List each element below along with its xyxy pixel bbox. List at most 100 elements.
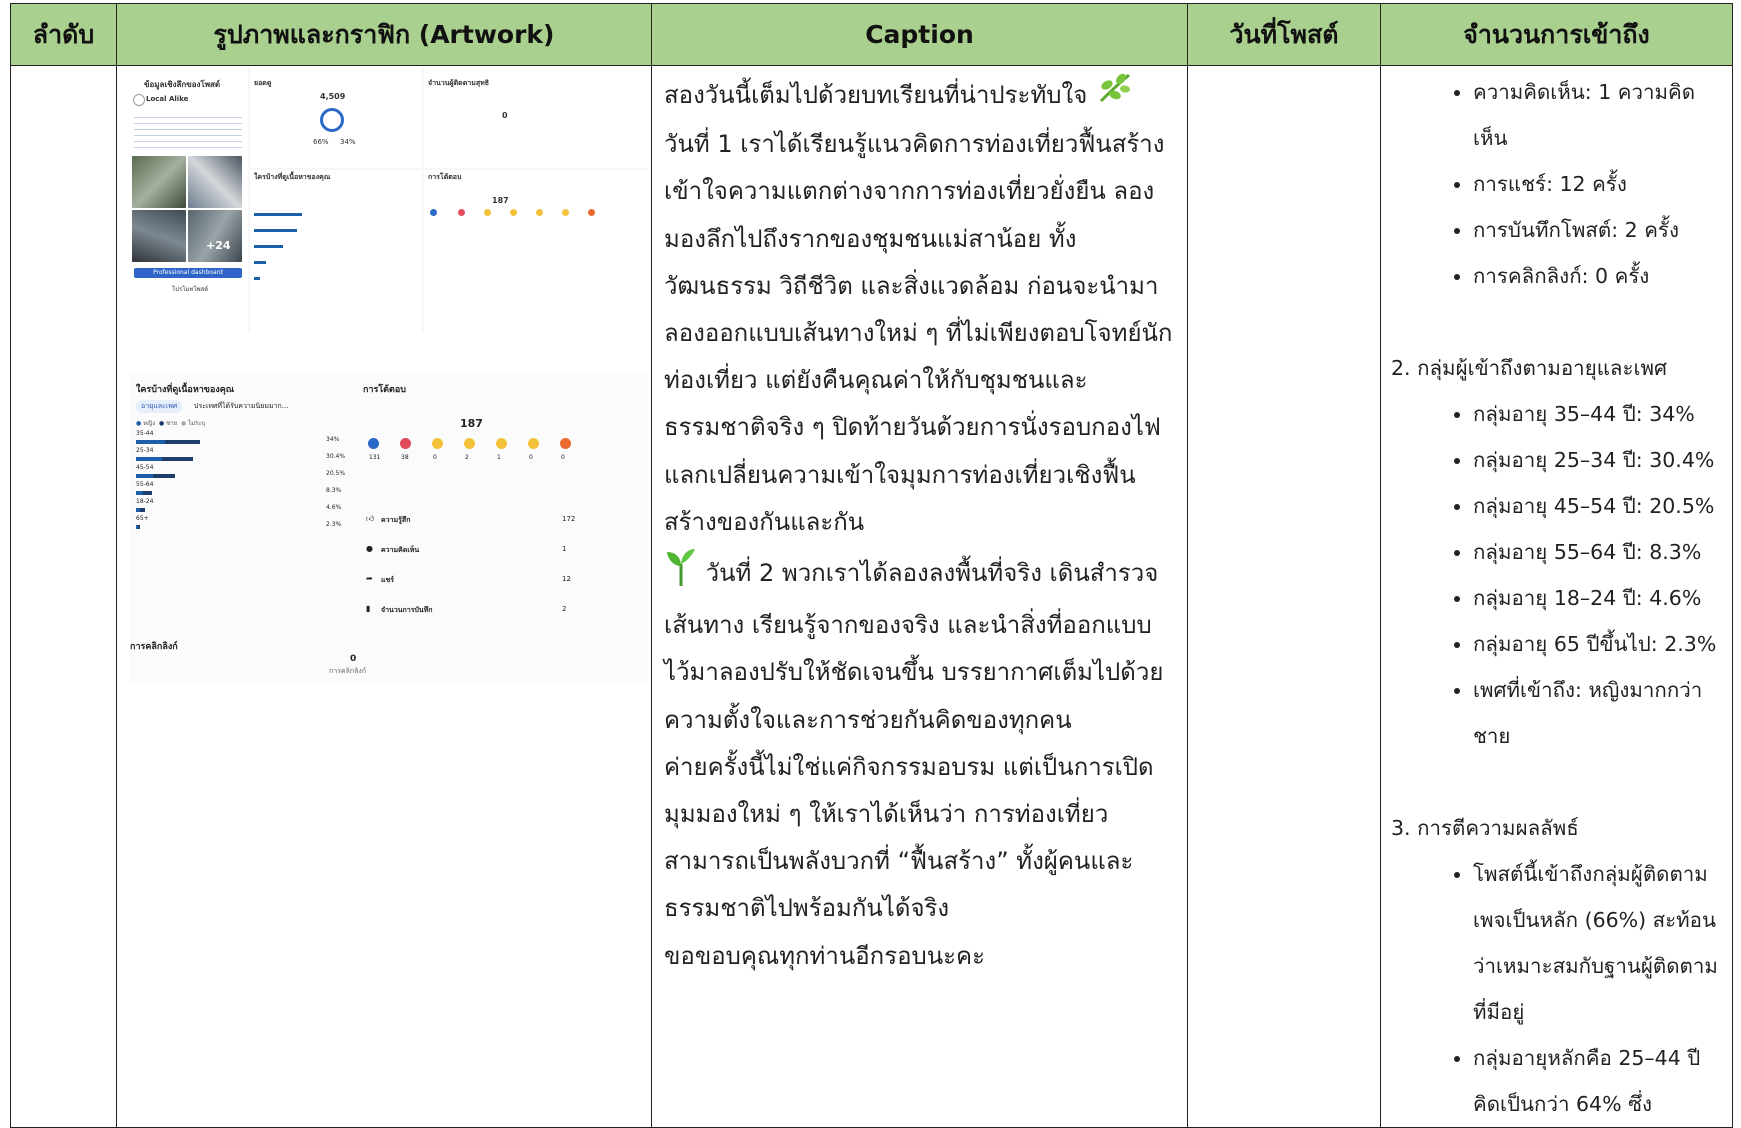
age-bar-male (139, 508, 145, 512)
views-donut (320, 108, 344, 132)
age-row-percent: 20.5% (326, 470, 346, 477)
post-photo-4 (188, 210, 242, 262)
list-item: ความคิดเห็น: 1 ความคิดเห็น (1473, 69, 1728, 161)
age-bar-male (164, 440, 200, 444)
professional-dashboard-button[interactable]: Professional dashboard (134, 268, 242, 278)
wow-reaction-icon (496, 438, 507, 449)
age-bar-male (143, 491, 152, 495)
age-gender-list: กลุ่มอายุ 35–44 ปี: 34% กลุ่มอายุ 25–34 … (1391, 391, 1728, 759)
age-row-label: 35-44 (136, 430, 154, 437)
engagement-list: ความคิดเห็น: 1 ความคิดเห็น การแชร์: 12 ค… (1391, 69, 1728, 299)
age-row-label: 18-24 (136, 498, 154, 505)
header-row: ลำดับ รูปภาพและกราฟิก (Artwork) Caption … (10, 3, 1733, 66)
metric-value: 172 (562, 515, 576, 523)
boost-post-button[interactable]: โปรโมทโพสต์ (172, 284, 208, 294)
list-item: กลุ่มอายุ 65 ปีขึ้นไป: 2.3% (1473, 621, 1728, 667)
metric-label: จำนวนการบันทึก (381, 606, 433, 614)
caption-cell: สองวันนี้เต็มไปด้วยบทเรียนที่น่าประทับใจ… (651, 65, 1188, 1128)
like-reaction-icon (430, 209, 437, 216)
list-item: กลุ่มอายุ 55–64 ปี: 8.3% (1473, 529, 1728, 575)
caption-paragraph-day2: วันที่ 2 พวกเราได้ลองลงพื้นที่จริง เดินส… (664, 546, 1177, 744)
list-item: การคลิกลิงก์: 0 ครั้ง (1473, 253, 1728, 299)
age-bar-4 (254, 261, 266, 264)
audience-label: ใครบ้างที่ดูเนื้อหาของคุณ (136, 385, 235, 395)
insights-screenshot-2: ใครบ้างที่ดูเนื้อหาของคุณ อายุและเพศ ประ… (130, 374, 648, 682)
age-bar-female (136, 457, 162, 461)
age-bar-female (136, 474, 154, 478)
tab-age-gender[interactable]: อายุและเพศ (136, 400, 183, 413)
header-artwork: รูปภาพและกราฟิก (Artwork) (116, 3, 652, 66)
list-item: การแชร์: 12 ครั้ง (1473, 161, 1728, 207)
angry-reaction-icon (560, 438, 571, 449)
caption-day2: วันที่ 2 พวกเราได้ลองลงพื้นที่จริง เดินส… (664, 559, 1164, 734)
interactions-panel-small (424, 170, 648, 331)
reach-cell: ความคิดเห็น: 1 ความคิดเห็น การแชร์: 12 ค… (1380, 65, 1733, 1128)
post-photo-1 (132, 156, 186, 208)
share-icon: ➦ (366, 574, 373, 583)
reaction-count: 38 (401, 454, 409, 461)
sad-reaction-icon (562, 209, 569, 216)
caption-thanks: ขอขอบคุณทุกท่านอีกรอบนะคะ (664, 941, 985, 970)
tab-country[interactable]: ประเทศที่ได้รับความนิยมมาก... (194, 401, 288, 412)
nonfollowers-pct: 34% (340, 138, 356, 146)
age-bar-male (137, 525, 141, 529)
views-label: ยอดดู (254, 79, 272, 87)
age-row-label: 55-64 (136, 481, 154, 488)
like-reaction-icon (368, 438, 379, 449)
post-photo-3 (132, 210, 186, 262)
order-cell (10, 65, 117, 1128)
section-age-gender-title: 2. กลุ่มผู้เข้าถึงตามอายุและเพศ (1391, 356, 1668, 380)
interpretation-list: โพสต์นี้เข้าถึงกลุ่มผู้ติดตามเพจเป็นหลัก… (1391, 851, 1728, 1127)
audience-panel-small (250, 170, 422, 331)
post-text-preview (134, 112, 242, 152)
angry-reaction-icon (588, 209, 595, 216)
audience-label-small: ใครบ้างที่ดูเนื้อหาของคุณ (254, 173, 331, 181)
care-reaction-icon (484, 209, 491, 216)
age-row-label: 25-34 (136, 447, 154, 454)
haha-reaction-icon (510, 209, 517, 216)
table-row: ข้อมูลเชิงลึกของโพสต์ Local Alike +24 Pr… (10, 65, 1733, 1128)
reaction-count: 1 (497, 454, 501, 461)
caption-conclusion: ค่ายครั้งนี้ไม่ใช่แค่กิจกรรมอบรม แต่เป็น… (664, 752, 1154, 923)
interactions-label-small: การโต้ตอบ (428, 173, 462, 181)
interactions-total-small: 187 (492, 196, 509, 205)
age-row-percent: 2.3% (326, 521, 342, 528)
age-bar-female (136, 491, 144, 495)
legend-female: หญิง (143, 420, 156, 427)
insights-screenshot-1: ข้อมูลเชิงลึกของโพสต์ Local Alike +24 Pr… (130, 68, 648, 331)
post-photo-2 (188, 156, 242, 208)
sad-reaction-icon (528, 438, 539, 449)
age-row-percent: 34% (326, 436, 340, 443)
artwork-cell: ข้อมูลเชิงลึกของโพสต์ Local Alike +24 Pr… (116, 65, 652, 1128)
legend-unspecified: ไม่ระบุ (188, 420, 206, 427)
age-row-percent: 30.4% (326, 453, 346, 460)
net-followers-label: จำนวนผู้ติดตามสุทธิ (428, 79, 489, 87)
list-item: โพสต์นี้เข้าถึงกลุ่มผู้ติดตามเพจเป็นหลัก… (1473, 851, 1728, 1035)
love-reaction-icon (458, 209, 465, 216)
link-clicks-sub: การคลิกลิงก์ (329, 667, 367, 675)
metric-value: 1 (562, 545, 567, 553)
age-bar-1 (254, 213, 302, 216)
seedling-icon (664, 546, 698, 602)
section-interpretation-title: 3. การตีความผลลัพธ์ (1391, 816, 1579, 840)
love-reaction-icon (400, 438, 411, 449)
metric-label: ความคิดเห็น (381, 546, 420, 554)
metric-label: ความรู้สึก (381, 516, 411, 524)
followers-pct: 66% (313, 138, 329, 146)
age-row-percent: 8.3% (326, 487, 342, 494)
metric-value: 12 (562, 575, 571, 583)
age-row-label: 65+ (136, 515, 149, 522)
metric-value: 2 (562, 605, 567, 613)
caption-intro: สองวันนี้เต็มไปด้วยบทเรียนที่น่าประทับใจ (664, 81, 1088, 110)
age-bar-3 (254, 245, 283, 248)
age-bar-male (153, 474, 175, 478)
insights-title: ข้อมูลเชิงลึกของโพสต์ (144, 80, 221, 89)
reaction-count: 131 (369, 454, 381, 461)
reaction-count: 0 (561, 454, 565, 461)
thumbs-up-icon: 👍︎ (366, 514, 375, 523)
net-followers-value: 0 (502, 111, 508, 120)
link-clicks-label: การคลิกลิงก์ (130, 642, 178, 652)
header-reach: จำนวนการเข้าถึง (1380, 3, 1733, 66)
list-item: กลุ่มอายุ 45–54 ปี: 20.5% (1473, 483, 1728, 529)
list-item: การบันทึกโพสต์: 2 ครั้ง (1473, 207, 1728, 253)
